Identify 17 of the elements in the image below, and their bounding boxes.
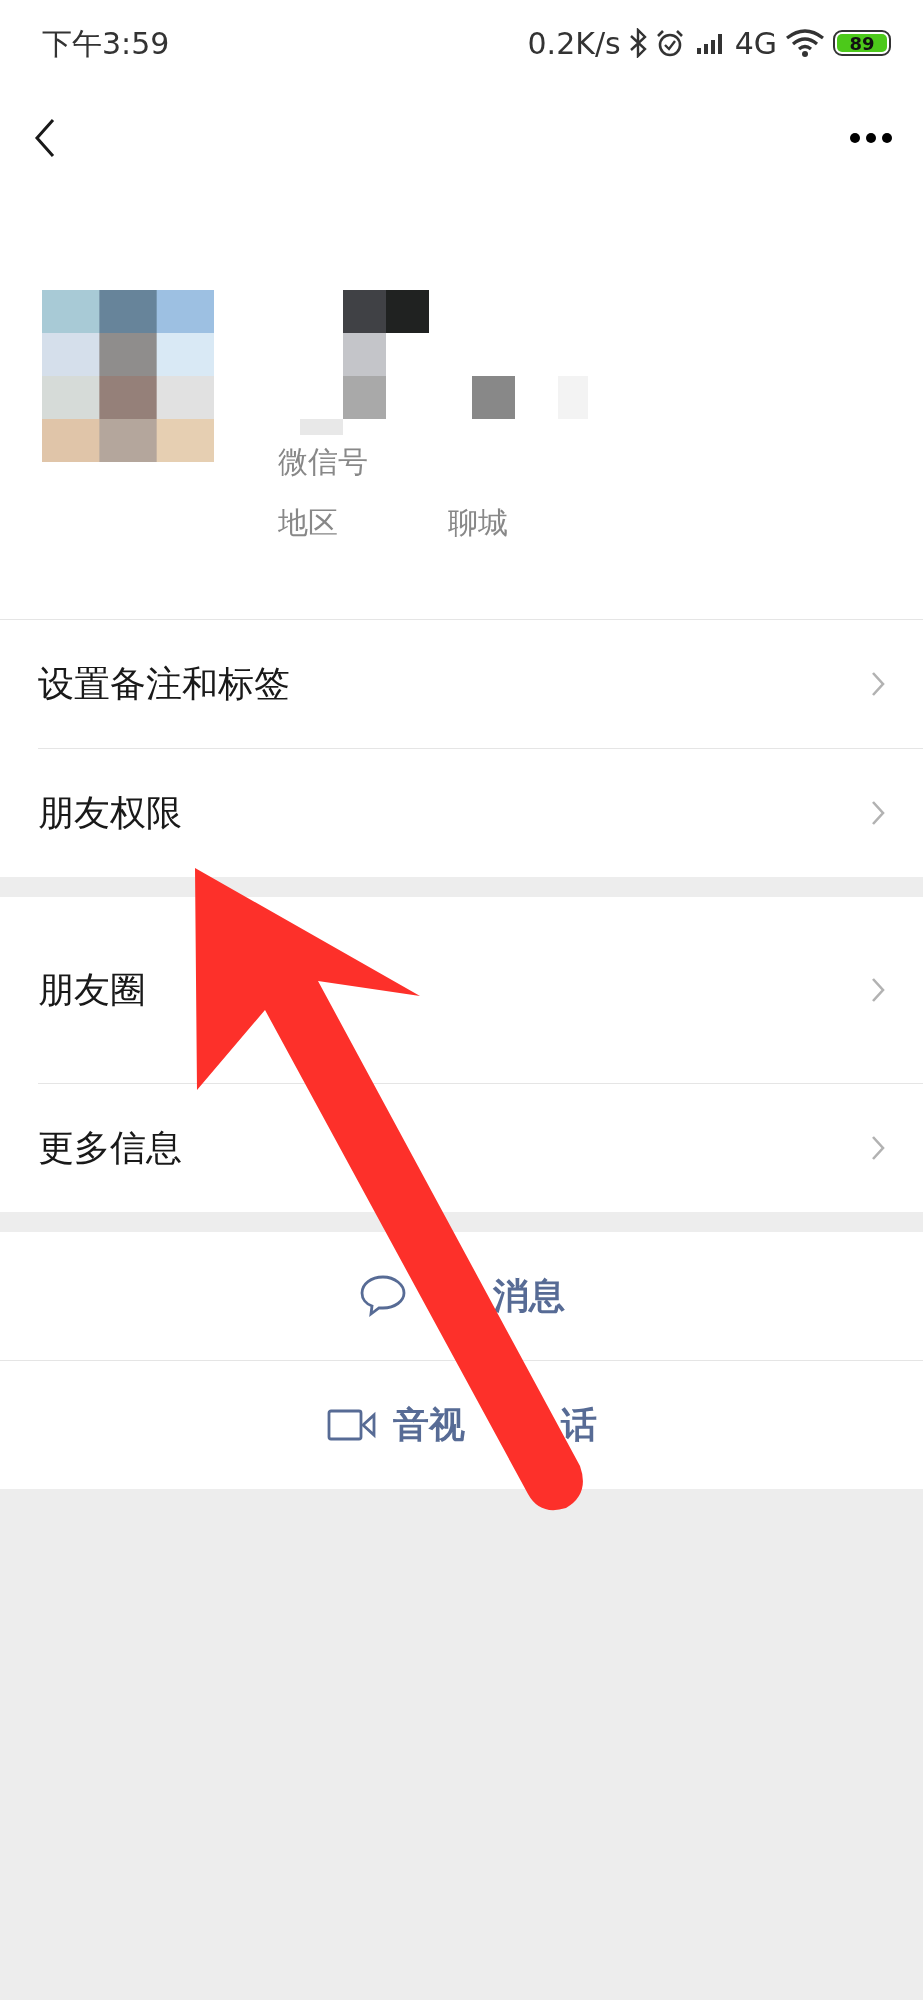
- chevron-icon: [871, 671, 885, 697]
- region-label: 地区: [278, 504, 338, 542]
- bluetooth-icon: [628, 28, 647, 58]
- battery-level: 89: [837, 34, 887, 52]
- back-icon[interactable]: [34, 118, 56, 158]
- chevron-icon: [871, 1135, 885, 1161]
- wifi-icon: [785, 28, 825, 58]
- chat-bubble-icon: [358, 1274, 407, 1318]
- chevron-icon: [871, 977, 885, 1003]
- chevron-icon: [871, 800, 885, 826]
- network-speed: 0.2K/s: [527, 24, 621, 63]
- status-time: 下午3:59: [42, 24, 170, 63]
- video-camera-icon: [326, 1408, 377, 1442]
- more-icon[interactable]: [849, 132, 893, 144]
- region-city: 聊城: [448, 504, 508, 542]
- wechat-id-label: 微信号: [278, 443, 368, 481]
- network-type: 4G: [734, 24, 777, 63]
